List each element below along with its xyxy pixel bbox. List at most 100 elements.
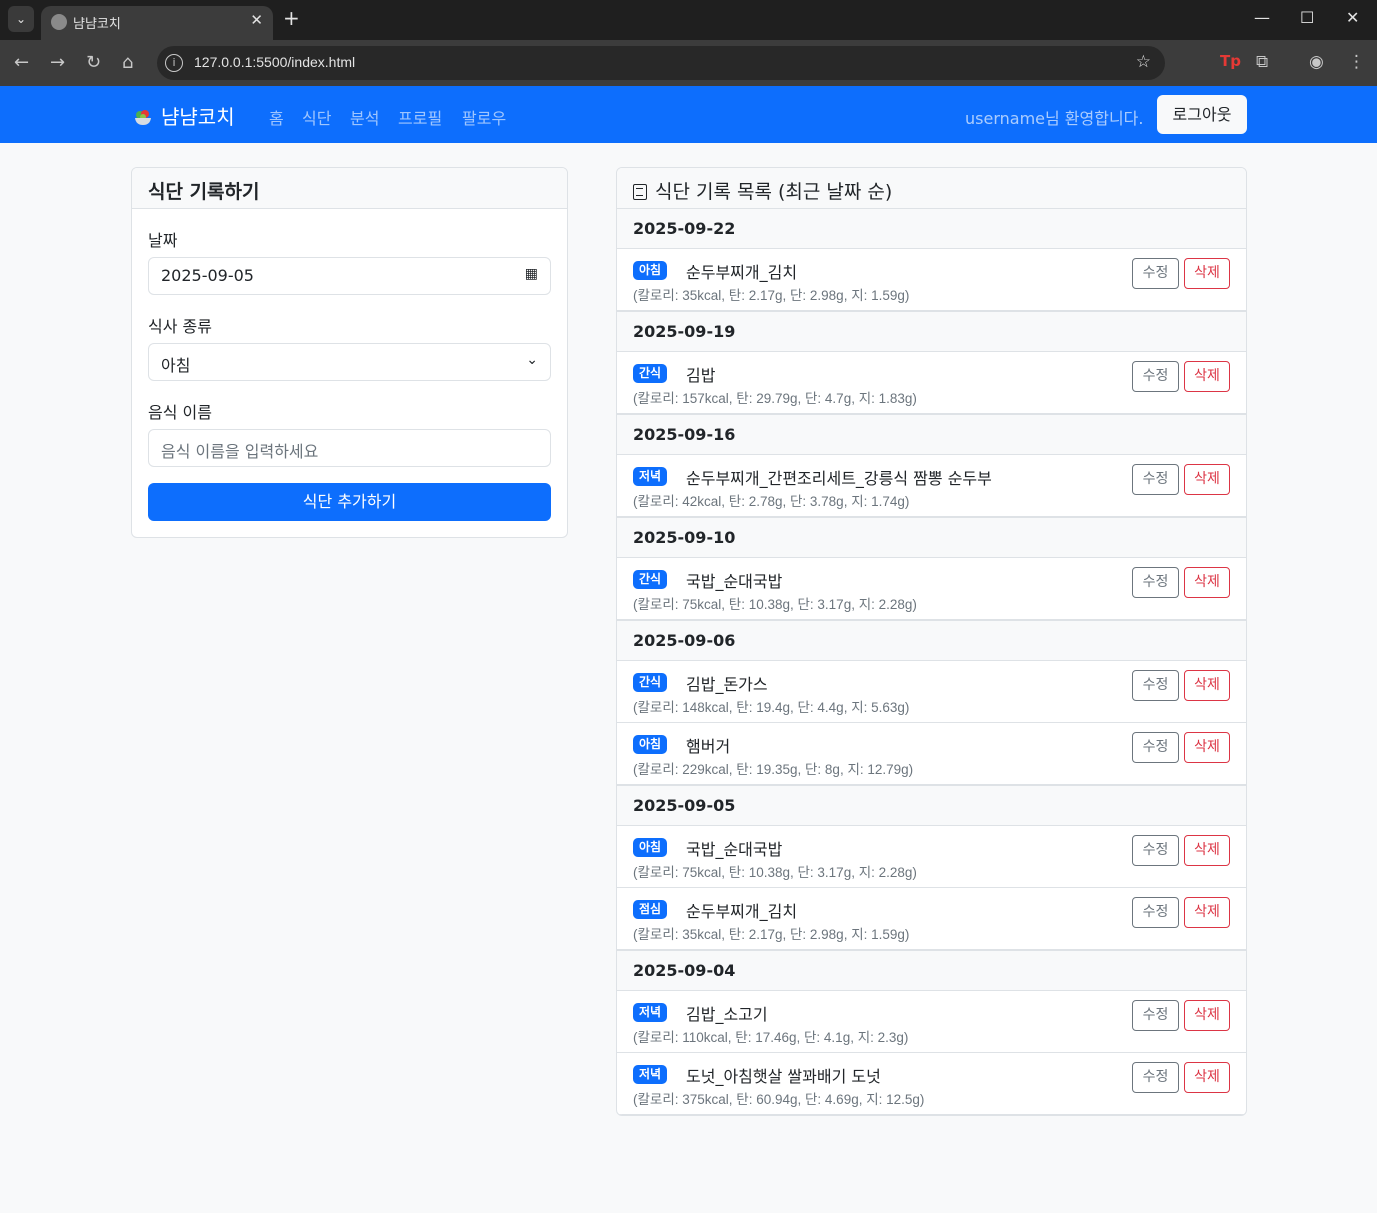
diet-entry: 저녁 김밥_소고기 (칼로리: 110kcal, 탄: 17.46g, 단: 4.1… xyxy=(617,991,1246,1053)
date-group-header: 2025-09-22 xyxy=(617,208,1246,249)
food-name: 김밥_돈가스 xyxy=(686,675,768,694)
edit-button[interactable]: 수정 xyxy=(1132,670,1179,701)
diet-entry: 저녁 순두부찌개_간편조리세트_강릉식 짬뽕 순두부 (칼로리: 42kcal, 탄… xyxy=(617,455,1246,517)
edit-button[interactable]: 수정 xyxy=(1132,1000,1179,1031)
forward-icon[interactable]: → xyxy=(50,52,65,73)
url-text: 127.0.0.1:5500/index.html xyxy=(194,54,356,70)
welcome-text: username님 환영합니다. xyxy=(965,109,1144,128)
delete-button[interactable]: 삭제 xyxy=(1184,835,1230,866)
tp-extension-icon[interactable]: Tp xyxy=(1220,52,1241,70)
meal-type-badge: 아침 xyxy=(633,261,668,280)
food-name: 순두부찌개_간편조리세트_강릉식 짬뽕 순두부 xyxy=(686,469,992,488)
browser-menu-icon[interactable]: ⋮ xyxy=(1348,52,1365,72)
food-name: 순두부찌개_김치 xyxy=(686,902,798,921)
diet-list-card: 식단 기록 목록 (최근 날짜 순) 2025-09-22 아침순두부찌개_김치 (… xyxy=(616,167,1247,1116)
nutrition-info: (칼로리: 35kcal, 탄: 2.17g, 단: 2.98g, 지: 1.5… xyxy=(633,288,910,303)
nav-home[interactable]: 홈 xyxy=(269,105,284,129)
list-title: 식단 기록 목록 (최근 날짜 순) xyxy=(655,181,893,203)
date-label: 날짜 xyxy=(148,231,178,250)
diet-entry: 간식 김밥 (칼로리: 157kcal, 탄: 29.79g, 단: 4.7g, 지… xyxy=(617,352,1246,414)
form-title: 식단 기록하기 xyxy=(132,168,567,209)
food-name-label: 음식 이름 xyxy=(148,403,212,422)
delete-button[interactable]: 삭제 xyxy=(1184,732,1230,763)
edit-button[interactable]: 수정 xyxy=(1132,897,1179,928)
delete-button[interactable]: 삭제 xyxy=(1184,464,1230,495)
profile-icon[interactable]: ◉ xyxy=(1309,52,1324,72)
minimize-icon[interactable]: — xyxy=(1254,8,1270,27)
edit-button[interactable]: 수정 xyxy=(1132,732,1179,763)
reload-icon[interactable]: ↻ xyxy=(86,52,101,73)
site-info-icon[interactable]: i xyxy=(165,54,183,72)
date-group-header: 2025-09-16 xyxy=(617,414,1246,455)
delete-button[interactable]: 삭제 xyxy=(1184,258,1230,289)
nav-diet[interactable]: 식단 xyxy=(302,105,331,129)
date-group-header: 2025-09-10 xyxy=(617,517,1246,558)
date-group-header: 2025-09-04 xyxy=(617,950,1246,991)
delete-button[interactable]: 삭제 xyxy=(1184,670,1230,701)
nutrition-info: (칼로리: 75kcal, 탄: 10.38g, 단: 3.17g, 지: 2.… xyxy=(633,597,917,612)
edit-button[interactable]: 수정 xyxy=(1132,464,1179,495)
diet-entry: 저녁 도넛_아침햇살 쌀꽈배기 도넛 (칼로리: 375kcal, 탄: 60.94… xyxy=(617,1053,1246,1115)
calendar-icon[interactable]: ▦ xyxy=(525,266,538,282)
nutrition-info: (칼로리: 148kcal, 탄: 19.4g, 단: 4.4g, 지: 5.6… xyxy=(633,700,910,715)
date-value: 2025-09-05 xyxy=(161,266,254,285)
meal-type-badge: 아침 xyxy=(633,838,668,857)
nutrition-info: (칼로리: 110kcal, 탄: 17.46g, 단: 4.1g, 지: 2.… xyxy=(633,1030,909,1045)
edit-button[interactable]: 수정 xyxy=(1132,567,1179,598)
nutrition-info: (칼로리: 35kcal, 탄: 2.17g, 단: 2.98g, 지: 1.5… xyxy=(633,927,910,942)
meal-type-badge: 저녁 xyxy=(633,467,668,486)
salad-bowl-icon xyxy=(135,110,151,125)
diet-entry: 점심 순두부찌개_김치 (칼로리: 35kcal, 탄: 2.17g, 단: 2.9… xyxy=(617,888,1246,950)
meal-type-select[interactable]: 아침 ⌄ xyxy=(148,343,551,381)
home-icon[interactable]: ⌂ xyxy=(122,52,133,73)
tab-search-icon[interactable]: ⌄ xyxy=(8,6,34,32)
edit-button[interactable]: 수정 xyxy=(1132,835,1179,866)
extensions-puzzle-icon[interactable]: ⧉ xyxy=(1256,52,1268,72)
logout-button[interactable]: 로그아웃 xyxy=(1157,95,1247,134)
nav-follow[interactable]: 팔로우 xyxy=(462,105,506,129)
edit-button[interactable]: 수정 xyxy=(1132,361,1179,392)
nutrition-info: (칼로리: 75kcal, 탄: 10.38g, 단: 3.17g, 지: 2.… xyxy=(633,865,917,880)
diet-entry: 아침 국밥_순대국밥 (칼로리: 75kcal, 탄: 10.38g, 단: 3.1… xyxy=(617,826,1246,888)
meal-type-badge: 아침 xyxy=(633,735,668,754)
meal-type-badge: 저녁 xyxy=(633,1003,668,1022)
delete-button[interactable]: 삭제 xyxy=(1184,1000,1230,1031)
meal-type-badge: 간식 xyxy=(633,364,668,383)
diet-entry: 간식 국밥_순대국밥 (칼로리: 75kcal, 탄: 10.38g, 단: 3.1… xyxy=(617,558,1246,620)
food-name: 김밥 xyxy=(686,366,716,385)
meal-type-badge: 점심 xyxy=(633,900,668,919)
date-group-header: 2025-09-19 xyxy=(617,311,1246,352)
browser-tab[interactable]: 냠냠코치 ✕ xyxy=(41,6,273,40)
nutrition-info: (칼로리: 375kcal, 탄: 60.94g, 단: 4.69g, 지: 1… xyxy=(633,1092,925,1107)
add-diet-button[interactable]: 식단 추가하기 xyxy=(148,483,551,521)
globe-icon xyxy=(51,14,67,30)
date-input[interactable]: 2025-09-05 ▦ xyxy=(148,257,551,295)
nutrition-info: (칼로리: 42kcal, 탄: 2.78g, 단: 3.78g, 지: 1.7… xyxy=(633,494,910,509)
window-close-icon[interactable]: ✕ xyxy=(1346,8,1359,27)
meal-type-value: 아침 xyxy=(161,356,191,375)
date-group-header: 2025-09-05 xyxy=(617,785,1246,826)
browser-tab-bar: ⌄ 냠냠코치 ✕ + — ☐ ✕ xyxy=(0,0,1377,40)
meal-type-badge: 간식 xyxy=(633,570,668,589)
delete-button[interactable]: 삭제 xyxy=(1184,897,1230,928)
edit-button[interactable]: 수정 xyxy=(1132,258,1179,289)
new-tab-icon[interactable]: + xyxy=(283,6,300,30)
maximize-icon[interactable]: ☐ xyxy=(1300,8,1314,27)
bookmark-star-icon[interactable]: ☆ xyxy=(1136,52,1151,72)
nav-profile[interactable]: 프로필 xyxy=(398,105,442,129)
brand[interactable]: 냠냠코치 xyxy=(133,101,235,130)
nav-analysis[interactable]: 분석 xyxy=(350,105,379,129)
diet-entry: 아침 햄버거 (칼로리: 229kcal, 탄: 19.35g, 단: 8g, 지:… xyxy=(617,723,1246,785)
delete-button[interactable]: 삭제 xyxy=(1184,1062,1230,1093)
document-icon xyxy=(633,184,647,200)
food-name: 도넛_아침햇살 쌀꽈배기 도넛 xyxy=(686,1067,881,1086)
edit-button[interactable]: 수정 xyxy=(1132,1062,1179,1093)
delete-button[interactable]: 삭제 xyxy=(1184,361,1230,392)
delete-button[interactable]: 삭제 xyxy=(1184,567,1230,598)
address-bar[interactable]: i 127.0.0.1:5500/index.html ☆ xyxy=(157,46,1165,80)
close-tab-icon[interactable]: ✕ xyxy=(250,11,263,29)
food-name: 국밥_순대국밥 xyxy=(686,840,783,859)
tab-title: 냠냠코치 xyxy=(73,17,121,32)
back-icon[interactable]: ← xyxy=(14,52,29,73)
food-name-input[interactable]: 음식 이름을 입력하세요 xyxy=(148,429,551,467)
